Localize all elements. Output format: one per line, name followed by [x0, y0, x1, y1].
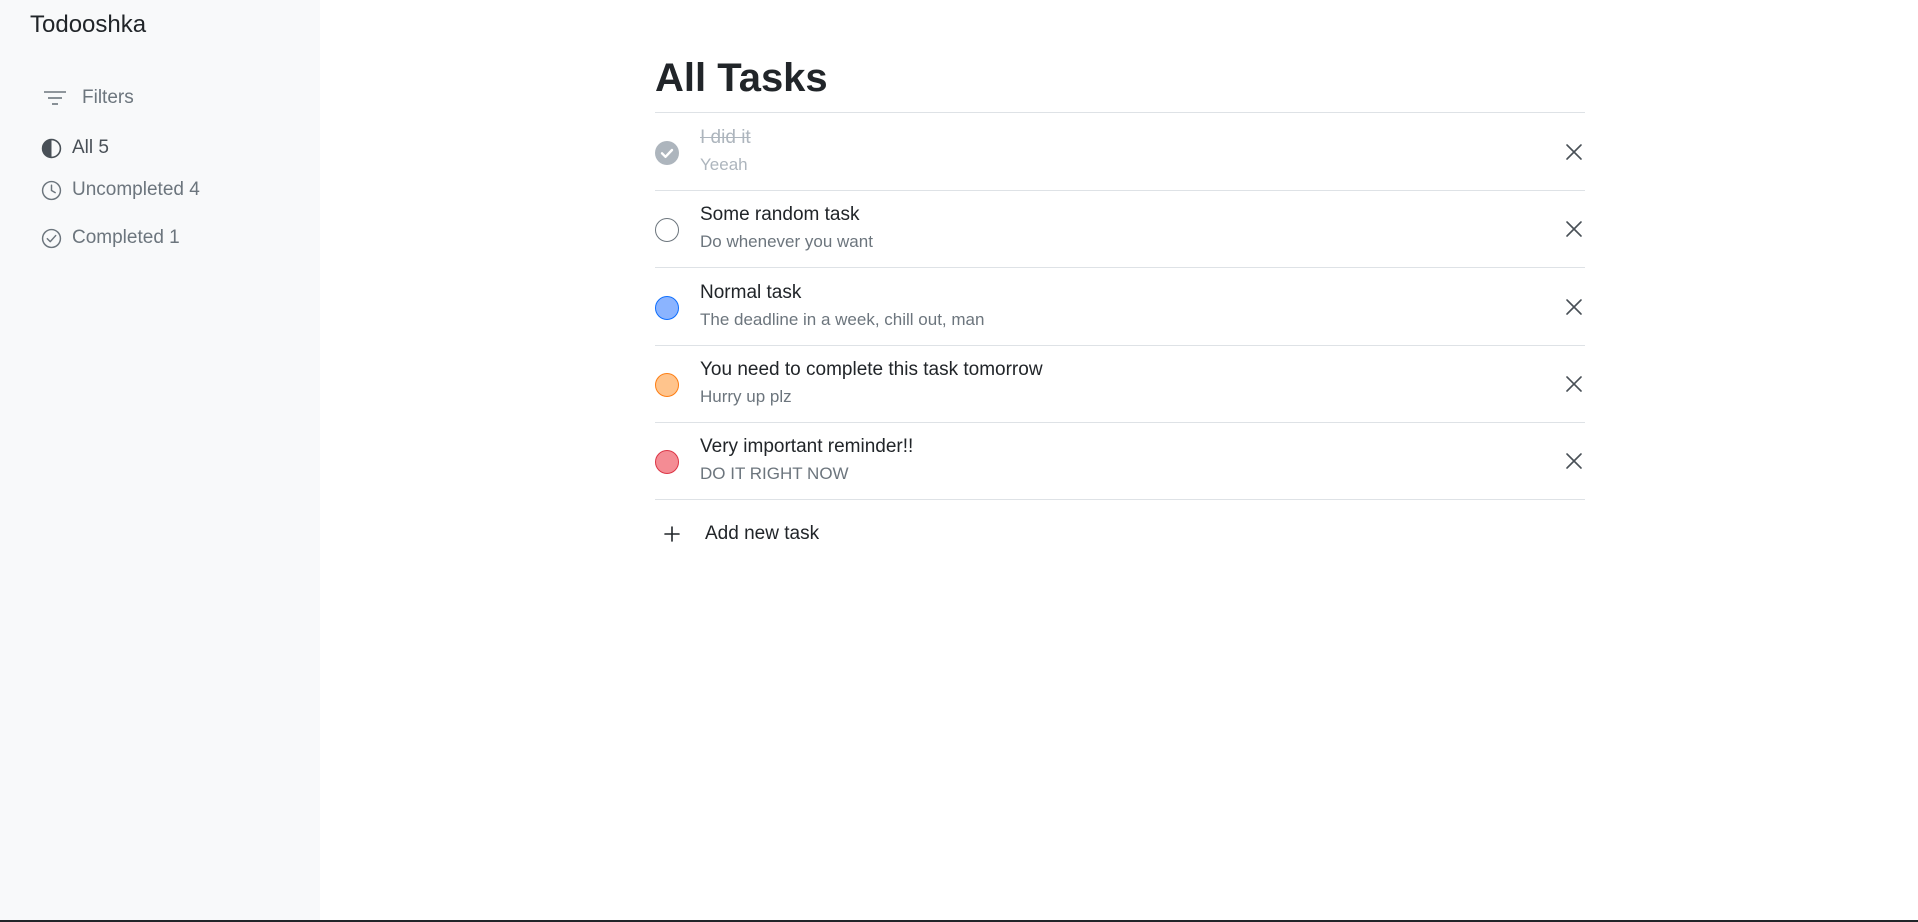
filter-icon: [44, 91, 66, 105]
task-row: Normal task The deadline in a week, chil…: [655, 268, 1585, 346]
filter-all-label: All 5: [72, 137, 109, 158]
task-title: Normal task: [700, 282, 802, 303]
task-title: I did it: [700, 127, 751, 148]
filter-all[interactable]: All 5: [41, 137, 109, 159]
task-description: Do whenever you want: [700, 232, 873, 251]
plus-icon: [660, 522, 684, 546]
filter-completed-label: Completed 1: [72, 227, 180, 248]
close-icon[interactable]: [1564, 219, 1584, 239]
app-title: Todooshka: [30, 11, 147, 38]
add-task-button[interactable]: Add new task: [655, 522, 819, 546]
task-title: Very important reminder!!: [700, 436, 914, 457]
task-row: Some random task Do whenever you want: [655, 190, 1585, 268]
filter-uncompleted[interactable]: Uncompleted 4: [41, 179, 200, 201]
half-circle-icon: [41, 138, 62, 158]
close-icon[interactable]: [1564, 451, 1584, 471]
add-task-label: Add new task: [705, 523, 820, 544]
filters-header: Filters: [44, 87, 134, 109]
task-description: DO IT RIGHT NOW: [700, 464, 849, 483]
clock-icon: [41, 180, 62, 200]
task-title: You need to complete this task tomorrow: [700, 359, 1043, 380]
check-circle-icon: [41, 228, 62, 248]
task-row: You need to complete this task tomorrow …: [655, 345, 1585, 423]
task-description: Hurry up plz: [700, 387, 792, 406]
task-row: Very important reminder!! DO IT RIGHT NO…: [655, 422, 1585, 500]
sidebar: Todooshka Filters All 5 Uncompleted 4 Co…: [0, 0, 320, 920]
filter-completed[interactable]: Completed 1: [41, 227, 180, 249]
close-icon[interactable]: [1564, 297, 1584, 317]
task-description: The deadline in a week, chill out, man: [700, 310, 985, 329]
task-checkbox[interactable]: [655, 141, 679, 165]
checkmark-icon: [660, 148, 674, 158]
close-icon[interactable]: [1564, 142, 1584, 162]
task-description: Yeeah: [700, 155, 748, 174]
task-checkbox[interactable]: [655, 373, 679, 397]
task-title: Some random task: [700, 204, 860, 225]
page-title: All Tasks: [655, 56, 828, 100]
task-checkbox[interactable]: [655, 218, 679, 242]
filters-label: Filters: [82, 87, 134, 108]
close-icon[interactable]: [1564, 374, 1584, 394]
task-checkbox[interactable]: [655, 450, 679, 474]
filter-uncompleted-label: Uncompleted 4: [72, 179, 200, 200]
task-row: I did it Yeeah: [655, 113, 1585, 191]
task-checkbox[interactable]: [655, 296, 679, 320]
